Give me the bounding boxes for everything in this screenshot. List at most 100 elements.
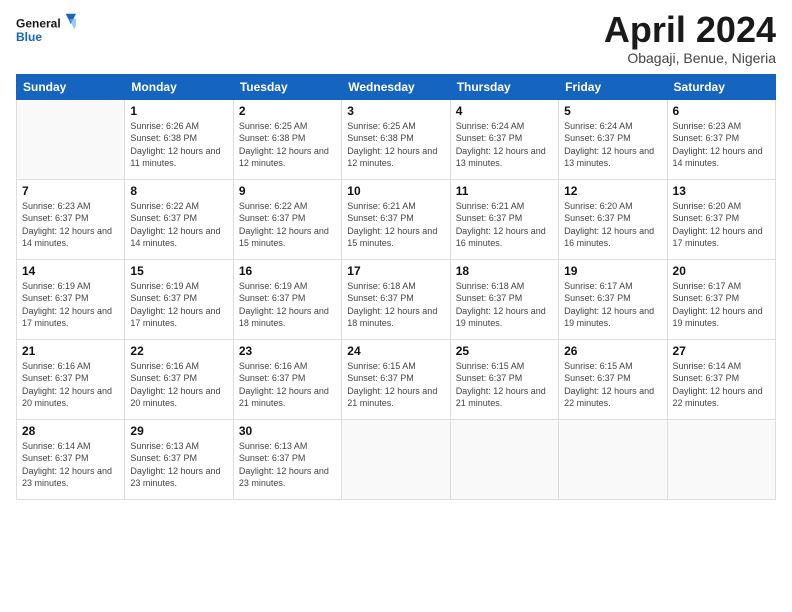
calendar-day-header: Friday xyxy=(559,74,667,99)
day-info: Sunrise: 6:15 AM Sunset: 6:37 PM Dayligh… xyxy=(564,360,661,410)
calendar-day-cell xyxy=(450,419,558,499)
day-info: Sunrise: 6:20 AM Sunset: 6:37 PM Dayligh… xyxy=(564,200,661,250)
day-number: 30 xyxy=(239,424,336,438)
day-number: 4 xyxy=(456,104,553,118)
day-info: Sunrise: 6:21 AM Sunset: 6:37 PM Dayligh… xyxy=(347,200,444,250)
day-number: 6 xyxy=(673,104,770,118)
day-number: 23 xyxy=(239,344,336,358)
calendar-day-header: Thursday xyxy=(450,74,558,99)
day-number: 5 xyxy=(564,104,661,118)
day-info: Sunrise: 6:14 AM Sunset: 6:37 PM Dayligh… xyxy=(673,360,770,410)
calendar-day-cell: 8Sunrise: 6:22 AM Sunset: 6:37 PM Daylig… xyxy=(125,179,233,259)
calendar-day-cell: 20 Sunrise: 6:17 AM Sunset: 6:37 PM Dayli… xyxy=(667,259,775,339)
day-info: Sunrise: 6:15 AM Sunset: 6:37 PM Dayligh… xyxy=(347,360,444,410)
day-number: 12 xyxy=(564,184,661,198)
day-number: 27 xyxy=(673,344,770,358)
calendar-day-cell: 14 Sunrise: 6:19 AM Sunset: 6:37 PM Dayli… xyxy=(17,259,125,339)
calendar-day-cell: 3 Sunrise: 6:25 AM Sunset: 6:38 PM Daylig… xyxy=(342,99,450,179)
subtitle: Obagaji, Benue, Nigeria xyxy=(604,50,776,66)
calendar-day-cell: 27 Sunrise: 6:14 AM Sunset: 6:37 PM Dayli… xyxy=(667,339,775,419)
calendar-week-row: 14 Sunrise: 6:19 AM Sunset: 6:37 PM Dayli… xyxy=(17,259,776,339)
day-number: 28 xyxy=(22,424,119,438)
calendar-day-cell: 24 Sunrise: 6:15 AM Sunset: 6:37 PM Dayli… xyxy=(342,339,450,419)
day-info: Sunrise: 6:13 AM Sunset: 6:37 PM Dayligh… xyxy=(239,440,336,490)
day-number: 25 xyxy=(456,344,553,358)
calendar-day-cell: 19Sunrise: 6:17 AM Sunset: 6:37 PM Dayli… xyxy=(559,259,667,339)
day-number: 2 xyxy=(239,104,336,118)
day-number: 20 xyxy=(673,264,770,278)
calendar-week-row: 7 Sunrise: 6:23 AM Sunset: 6:37 PM Daylig… xyxy=(17,179,776,259)
calendar-day-header: Tuesday xyxy=(233,74,341,99)
calendar-day-cell: 15Sunrise: 6:19 AM Sunset: 6:37 PM Dayli… xyxy=(125,259,233,339)
day-info: Sunrise: 6:16 AM Sunset: 6:37 PM Dayligh… xyxy=(22,360,119,410)
svg-text:Blue: Blue xyxy=(16,30,42,44)
day-info: Sunrise: 6:25 AM Sunset: 6:38 PM Dayligh… xyxy=(239,120,336,170)
day-number: 17 xyxy=(347,264,444,278)
calendar-day-cell xyxy=(342,419,450,499)
day-number: 14 xyxy=(22,264,119,278)
calendar-table: SundayMondayTuesdayWednesdayThursdayFrid… xyxy=(16,74,776,500)
calendar-day-cell: 26 Sunrise: 6:15 AM Sunset: 6:37 PM Dayli… xyxy=(559,339,667,419)
day-info: Sunrise: 6:23 AM Sunset: 6:37 PM Dayligh… xyxy=(22,200,119,250)
day-info: Sunrise: 6:25 AM Sunset: 6:38 PM Dayligh… xyxy=(347,120,444,170)
main-title: April 2024 xyxy=(604,10,776,50)
calendar-day-header: Wednesday xyxy=(342,74,450,99)
calendar-day-cell xyxy=(667,419,775,499)
day-info: Sunrise: 6:26 AM Sunset: 6:38 PM Dayligh… xyxy=(130,120,227,170)
logo: General Blue xyxy=(16,10,76,50)
calendar-day-cell: 13 Sunrise: 6:20 AM Sunset: 6:37 PM Dayli… xyxy=(667,179,775,259)
day-number: 3 xyxy=(347,104,444,118)
calendar-day-header: Monday xyxy=(125,74,233,99)
day-info: Sunrise: 6:24 AM Sunset: 6:37 PM Dayligh… xyxy=(564,120,661,170)
calendar-day-cell: 10 Sunrise: 6:21 AM Sunset: 6:37 PM Dayli… xyxy=(342,179,450,259)
calendar-day-cell: 17Sunrise: 6:18 AM Sunset: 6:37 PM Dayli… xyxy=(342,259,450,339)
calendar-day-cell: 18Sunrise: 6:18 AM Sunset: 6:37 PM Dayli… xyxy=(450,259,558,339)
calendar-day-cell xyxy=(559,419,667,499)
day-info: Sunrise: 6:18 AM Sunset: 6:37 PM Dayligh… xyxy=(456,280,553,330)
day-number: 11 xyxy=(456,184,553,198)
day-info: Sunrise: 6:20 AM Sunset: 6:37 PM Dayligh… xyxy=(673,200,770,250)
day-info: Sunrise: 6:22 AM Sunset: 6:37 PM Dayligh… xyxy=(239,200,336,250)
calendar-day-cell: 11Sunrise: 6:21 AM Sunset: 6:37 PM Dayli… xyxy=(450,179,558,259)
day-info: Sunrise: 6:19 AM Sunset: 6:37 PM Dayligh… xyxy=(239,280,336,330)
calendar-day-cell: 29Sunrise: 6:13 AM Sunset: 6:37 PM Dayli… xyxy=(125,419,233,499)
day-number: 1 xyxy=(130,104,227,118)
calendar-day-cell: 6Sunrise: 6:23 AM Sunset: 6:37 PM Daylig… xyxy=(667,99,775,179)
calendar-day-cell: 16 Sunrise: 6:19 AM Sunset: 6:37 PM Dayli… xyxy=(233,259,341,339)
calendar-day-header: Saturday xyxy=(667,74,775,99)
svg-text:General: General xyxy=(16,16,61,30)
day-number: 10 xyxy=(347,184,444,198)
day-number: 13 xyxy=(673,184,770,198)
day-number: 26 xyxy=(564,344,661,358)
day-number: 16 xyxy=(239,264,336,278)
day-info: Sunrise: 6:16 AM Sunset: 6:37 PM Dayligh… xyxy=(130,360,227,410)
day-info: Sunrise: 6:15 AM Sunset: 6:37 PM Dayligh… xyxy=(456,360,553,410)
calendar-day-cell: 28 Sunrise: 6:14 AM Sunset: 6:37 PM Dayli… xyxy=(17,419,125,499)
calendar-header-row: SundayMondayTuesdayWednesdayThursdayFrid… xyxy=(17,74,776,99)
page: General Blue April 2024 Obagaji, Benue, … xyxy=(0,0,792,612)
day-info: Sunrise: 6:16 AM Sunset: 6:37 PM Dayligh… xyxy=(239,360,336,410)
calendar-week-row: 21Sunrise: 6:16 AM Sunset: 6:37 PM Dayli… xyxy=(17,339,776,419)
day-info: Sunrise: 6:19 AM Sunset: 6:37 PM Dayligh… xyxy=(22,280,119,330)
calendar-week-row: 1 Sunrise: 6:26 AM Sunset: 6:38 PM Daylig… xyxy=(17,99,776,179)
day-number: 9 xyxy=(239,184,336,198)
calendar-day-cell: 21Sunrise: 6:16 AM Sunset: 6:37 PM Dayli… xyxy=(17,339,125,419)
day-info: Sunrise: 6:17 AM Sunset: 6:37 PM Dayligh… xyxy=(673,280,770,330)
header: General Blue April 2024 Obagaji, Benue, … xyxy=(16,10,776,66)
logo-svg: General Blue xyxy=(16,10,76,50)
title-block: April 2024 Obagaji, Benue, Nigeria xyxy=(604,10,776,66)
calendar-week-row: 28 Sunrise: 6:14 AM Sunset: 6:37 PM Dayli… xyxy=(17,419,776,499)
calendar-day-cell: 25 Sunrise: 6:15 AM Sunset: 6:37 PM Dayli… xyxy=(450,339,558,419)
calendar-day-cell: 4 Sunrise: 6:24 AM Sunset: 6:37 PM Daylig… xyxy=(450,99,558,179)
day-info: Sunrise: 6:14 AM Sunset: 6:37 PM Dayligh… xyxy=(22,440,119,490)
calendar-day-cell: 22 Sunrise: 6:16 AM Sunset: 6:37 PM Dayli… xyxy=(125,339,233,419)
calendar-day-cell: 30 Sunrise: 6:13 AM Sunset: 6:37 PM Dayli… xyxy=(233,419,341,499)
calendar-day-cell: 1 Sunrise: 6:26 AM Sunset: 6:38 PM Daylig… xyxy=(125,99,233,179)
calendar-day-cell: 12 Sunrise: 6:20 AM Sunset: 6:37 PM Dayli… xyxy=(559,179,667,259)
day-number: 24 xyxy=(347,344,444,358)
calendar-day-cell: 2 Sunrise: 6:25 AM Sunset: 6:38 PM Daylig… xyxy=(233,99,341,179)
day-number: 15 xyxy=(130,264,227,278)
day-number: 7 xyxy=(22,184,119,198)
day-info: Sunrise: 6:24 AM Sunset: 6:37 PM Dayligh… xyxy=(456,120,553,170)
day-number: 22 xyxy=(130,344,227,358)
